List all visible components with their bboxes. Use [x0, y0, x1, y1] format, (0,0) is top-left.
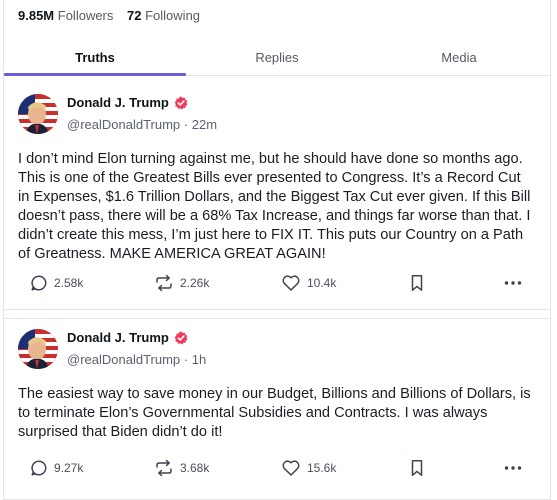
following-label: Following [145, 8, 201, 23]
more-button[interactable] [503, 459, 529, 477]
reply-icon [31, 460, 47, 476]
retruth-button[interactable]: 2.26k [154, 274, 209, 292]
post-text: The easiest way to save money in our Bud… [18, 386, 531, 440]
following-count: 72 [127, 8, 142, 23]
tab-media[interactable]: Media [368, 42, 550, 75]
post[interactable]: Donald J. Trump @realDonaldTrump · 22m I… [4, 84, 550, 310]
following-link[interactable]: 72 Following [127, 8, 200, 23]
author-handle[interactable]: @realDonaldTrump [67, 117, 180, 132]
verified-icon [174, 331, 188, 345]
bookmark-icon [411, 275, 423, 291]
separator-dot: · [183, 352, 192, 367]
profile-feed: 9.85M Followers 72 Following Truths Repl… [3, 0, 551, 500]
reply-icon [31, 275, 47, 291]
more-icon [504, 281, 522, 285]
separator-dot: · [183, 117, 192, 132]
handle-row: @realDonaldTrump · 22m [67, 117, 217, 132]
more-icon [504, 466, 522, 470]
like-count: 10.4k [307, 276, 337, 290]
reply-count: 9.27k [54, 461, 84, 475]
profile-stats: 9.85M Followers 72 Following [18, 8, 210, 23]
like-button[interactable]: 15.6k [281, 459, 336, 477]
more-button[interactable] [503, 274, 529, 292]
reply-button[interactable]: 9.27k [30, 459, 83, 477]
retruth-button[interactable]: 3.68k [154, 459, 209, 477]
bookmark-button[interactable] [409, 274, 431, 292]
reply-count: 2.58k [54, 276, 84, 290]
reply-button[interactable]: 2.58k [30, 274, 83, 292]
post-actions: 9.27k 3.68k 15.6k [4, 459, 550, 483]
retruth-count: 3.68k [180, 461, 210, 475]
like-icon [282, 460, 300, 476]
post-time[interactable]: 1h [192, 352, 206, 367]
like-count: 15.6k [307, 461, 337, 475]
bookmark-icon [411, 460, 423, 476]
followers-count: 9.85M [18, 8, 55, 23]
tab-truths[interactable]: Truths [4, 42, 186, 76]
handle-row: @realDonaldTrump · 1h [67, 352, 206, 367]
post-time[interactable]: 22m [192, 117, 217, 132]
author-row: Donald J. Trump [67, 330, 188, 345]
author-name[interactable]: Donald J. Trump [67, 95, 169, 110]
profile-tabs: Truths Replies Media [4, 42, 550, 76]
followers-label: Followers [57, 8, 114, 23]
retruth-icon [156, 459, 172, 477]
retruth-icon [156, 274, 172, 292]
followers-link[interactable]: 9.85M Followers [18, 8, 113, 23]
retruth-count: 2.26k [180, 276, 210, 290]
author-handle[interactable]: @realDonaldTrump [67, 352, 180, 367]
post-text: I don’t mind Elon turning against me, bu… [18, 151, 531, 262]
post-actions: 2.58k 2.26k 10.4k [4, 274, 550, 298]
avatar[interactable] [18, 329, 58, 369]
like-icon [282, 275, 300, 291]
verified-icon [174, 96, 188, 110]
post[interactable]: Donald J. Trump @realDonaldTrump · 1h Th… [4, 318, 550, 500]
avatar[interactable] [18, 94, 58, 134]
author-row: Donald J. Trump [67, 95, 188, 110]
author-name[interactable]: Donald J. Trump [67, 330, 169, 345]
tab-replies[interactable]: Replies [186, 42, 368, 75]
bookmark-button[interactable] [409, 459, 431, 477]
like-button[interactable]: 10.4k [281, 274, 336, 292]
